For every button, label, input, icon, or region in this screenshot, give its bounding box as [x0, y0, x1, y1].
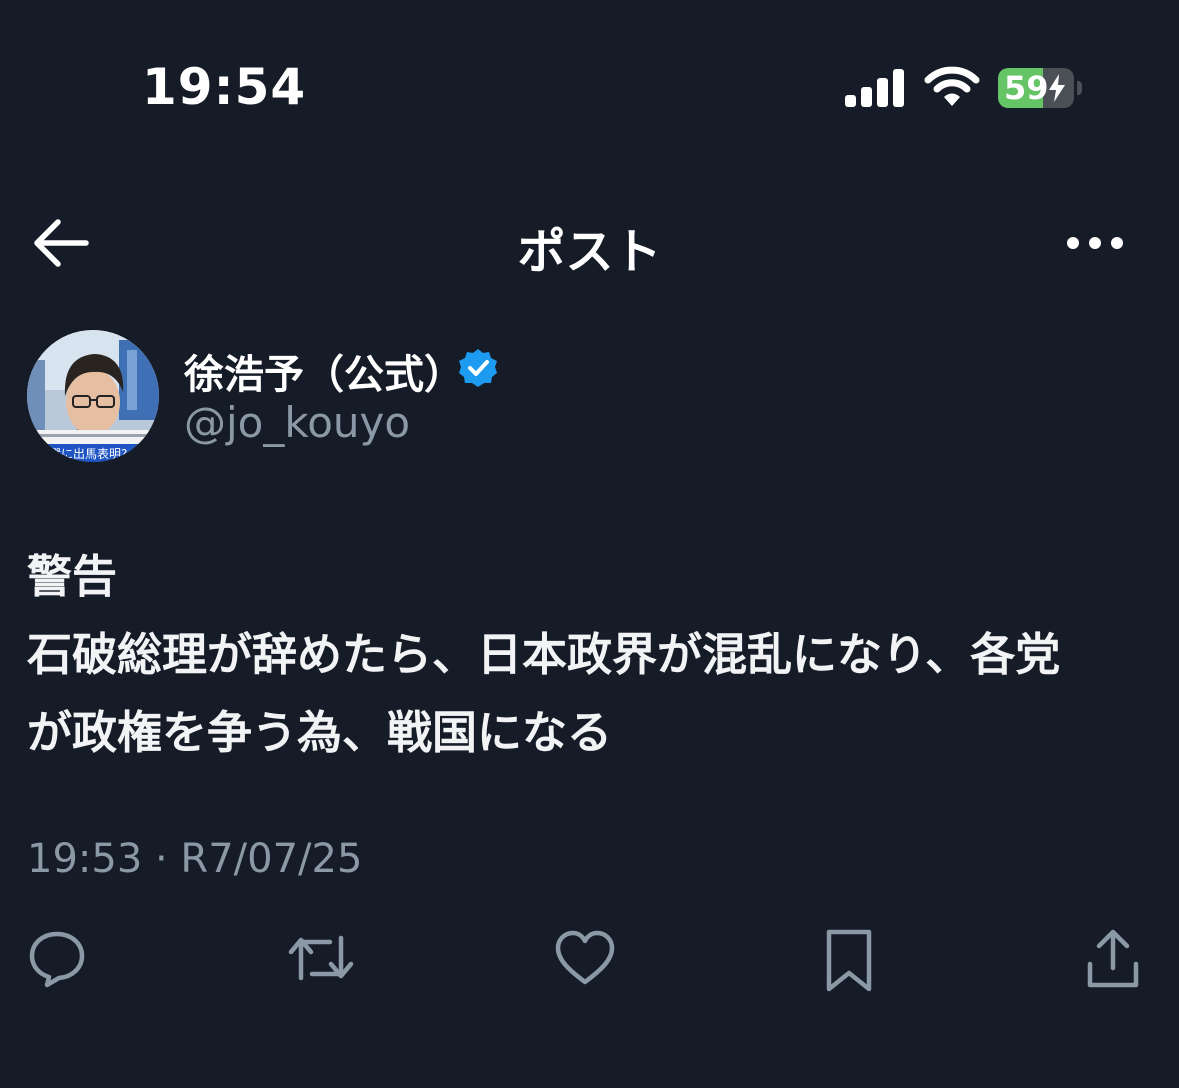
avatar[interactable]: 長選に出馬表明? [27, 330, 159, 462]
charging-bolt-icon [1049, 74, 1065, 102]
bookmark-button[interactable] [824, 928, 874, 998]
cellular-signal-icon [845, 69, 904, 107]
post-line: 警告 [27, 550, 118, 603]
post-line: が政権を争う為、戦国になる [27, 706, 613, 759]
more-options-button[interactable] [1062, 226, 1128, 260]
reply-button[interactable] [27, 928, 87, 992]
heart-icon [555, 930, 615, 985]
page-title: ポスト [517, 224, 662, 280]
reply-bubble-icon [29, 931, 85, 988]
like-button[interactable] [555, 928, 615, 992]
share-icon [1087, 929, 1139, 988]
verified-badge-icon [459, 349, 497, 387]
post-timestamp[interactable]: 19:53 · R7/07/25 [27, 836, 362, 882]
battery-indicator: 59 [998, 68, 1074, 108]
post-text: 警告 石破総理が辞めたら、日本政界が混乱になり、各党 が政権を争う為、戦国になる [27, 538, 1152, 772]
wifi-icon [924, 66, 980, 106]
avatar-photo: 長選に出馬表明? [27, 330, 159, 462]
author-handle[interactable]: @jo_kouyo [184, 398, 410, 447]
battery-percent: 59 [1004, 69, 1049, 107]
bookmark-icon [826, 929, 872, 992]
repost-button[interactable] [288, 928, 354, 992]
more-horizontal-icon [1067, 237, 1123, 249]
author-display-name[interactable]: 徐浩予（公式） [184, 342, 464, 400]
share-button[interactable] [1085, 928, 1141, 994]
battery-nub [1077, 81, 1082, 95]
avatar-caption: 長選に出馬表明? [37, 447, 127, 461]
screen: 19:54 59 ポスト 長選に出馬表明? 徐浩予（公式） @jo_kouyo … [0, 0, 1179, 1088]
status-time: 19:54 [142, 58, 307, 116]
post-line: 石破総理が辞めたら、日本政界が混乱になり、各党 [27, 628, 1061, 681]
repost-icon [288, 935, 354, 981]
